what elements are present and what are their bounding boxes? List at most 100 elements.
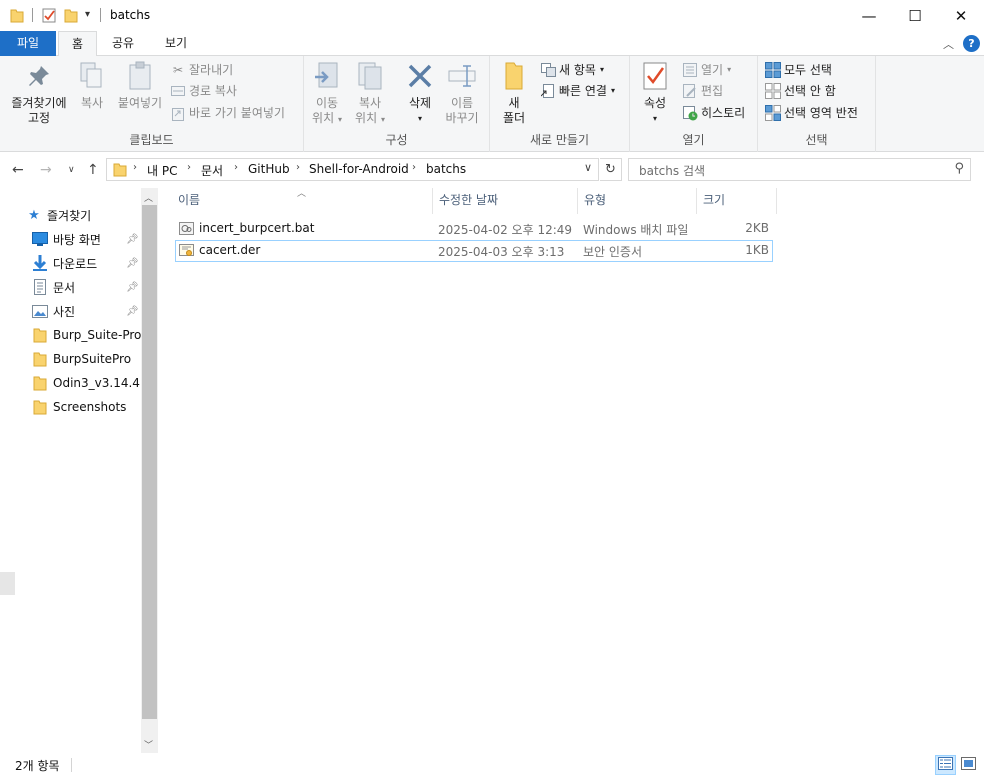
pin-icon[interactable]: 📌︎ <box>126 282 139 293</box>
tab-home[interactable]: 홈 <box>58 31 97 57</box>
history-button[interactable]: 히스토리 <box>682 103 745 123</box>
tab-share[interactable]: 공유 <box>103 31 143 56</box>
star-icon: ★ <box>28 207 40 223</box>
paste-button[interactable]: 붙여넣기 <box>114 60 166 111</box>
scroll-up-arrow-icon[interactable]: ︿ <box>144 191 153 204</box>
copy-to-label-1: 복사 <box>358 96 382 110</box>
new-item-button[interactable]: 새 항목 ▾ <box>540 60 604 80</box>
desktop-icon <box>32 231 48 247</box>
help-icon[interactable]: ? <box>963 35 980 52</box>
batch-file-icon <box>179 221 194 236</box>
file-size: 1KB <box>745 243 769 257</box>
properties-check-icon[interactable] <box>42 7 56 23</box>
open-label: 열기 <box>701 63 724 77</box>
copy-button[interactable]: 복사 <box>72 60 112 111</box>
new-folder-big-icon <box>498 60 530 92</box>
breadcrumb-github[interactable]: GitHub <box>248 162 290 176</box>
paste-shortcut-icon <box>170 105 186 121</box>
ribbon-tabs: 파일 홈 공유 보기 <box>0 31 984 57</box>
minimize-button[interactable]: — <box>846 0 892 31</box>
invert-selection-button[interactable]: 선택 영역 반전 <box>765 103 858 123</box>
file-row-selected[interactable]: cacert.der 2025-04-03 오후 3:13 보안 인증서 1KB <box>175 240 773 262</box>
new-folder-button[interactable]: 새 폴더 <box>496 60 532 126</box>
select-group: 모두 선택 선택 안 함 선택 영역 반전 선택 <box>758 56 876 152</box>
address-history-chevron-icon[interactable]: ∨ <box>584 161 592 174</box>
new-group-label: 새로 만들기 <box>529 133 589 147</box>
scroll-down-arrow-icon[interactable]: ﹀ <box>144 738 153 751</box>
rename-label-2: 바꾸기 <box>445 111 479 125</box>
status-bar: 2개 항목 <box>0 753 984 777</box>
nav-item-label: Screenshots <box>53 400 127 414</box>
back-arrow-icon[interactable]: ← <box>12 160 24 180</box>
pin-icon[interactable]: 📌︎ <box>126 258 139 269</box>
new-item-icon <box>540 62 556 78</box>
new-folder-label-2: 폴더 <box>502 111 526 125</box>
edit-button[interactable]: 편집 <box>682 81 723 101</box>
qa-separator <box>32 8 33 22</box>
select-none-label: 선택 안 함 <box>784 84 836 98</box>
tab-view[interactable]: 보기 <box>155 31 197 56</box>
tab-file[interactable]: 파일 <box>0 31 56 56</box>
nav-item-label: 문서 <box>53 280 76 295</box>
refresh-icon[interactable]: ↻ <box>600 158 622 181</box>
column-header-size[interactable]: 크기 <box>697 188 777 214</box>
copy-label: 복사 <box>80 96 104 110</box>
easy-access-button[interactable]: 빠른 연결 ▾ <box>540 81 615 101</box>
file-size: 2KB <box>745 221 769 235</box>
select-none-button[interactable]: 선택 안 함 <box>765 81 836 101</box>
paste-shortcut-button[interactable]: 바로 가기 붙여넣기 <box>170 103 285 123</box>
copy-to-button[interactable]: 복사 위치 ▾ <box>350 60 390 127</box>
nav-item-label: 다운로드 <box>53 256 98 271</box>
properties-button[interactable]: 속성 ▾ <box>636 60 674 126</box>
breadcrumb-separator-icon: › <box>412 162 416 173</box>
address-bar[interactable]: › 내 PC › 문서 › GitHub › Shell-for-Android… <box>106 158 599 181</box>
forward-arrow-icon[interactable]: → <box>40 160 52 180</box>
pin-quick-access-button[interactable]: 즐겨찾기에 고정 <box>4 60 74 126</box>
select-group-label: 선택 <box>805 133 828 147</box>
move-to-label-1: 이동 <box>315 96 339 110</box>
pin-icon[interactable]: 📌︎ <box>126 306 139 317</box>
up-arrow-icon[interactable]: ↑ <box>87 160 99 180</box>
search-input[interactable]: batchs 검색 ⚲ <box>628 158 971 181</box>
open-button[interactable]: 열기 ▾ <box>682 60 731 80</box>
select-all-button[interactable]: 모두 선택 <box>765 60 832 80</box>
breadcrumb-shell-for-android[interactable]: Shell-for-Android <box>309 162 409 176</box>
pin-icon[interactable]: 📌︎ <box>126 234 139 245</box>
breadcrumb-batchs[interactable]: batchs <box>426 162 466 176</box>
close-button[interactable]: ✕ <box>938 0 984 31</box>
invert-selection-label: 선택 영역 반전 <box>784 106 858 120</box>
folder-icon <box>32 375 48 391</box>
breadcrumb-documents[interactable]: 문서 <box>201 162 223 179</box>
scrollbar-thumb[interactable] <box>142 205 157 719</box>
cut-button[interactable]: ✂ 잘라내기 <box>170 60 233 80</box>
column-header-type[interactable]: 유형 <box>578 188 697 214</box>
customize-qa-dropdown-icon[interactable]: ▾ <box>85 9 90 20</box>
details-view-button[interactable] <box>935 755 956 775</box>
nav-item-label: Burp_Suite-Pro_ <box>53 328 148 342</box>
move-to-button[interactable]: 이동 위치 ▾ <box>308 60 346 127</box>
nav-item-label: 바탕 화면 <box>53 232 101 247</box>
copy-path-button[interactable]: 경로 복사 <box>170 81 237 101</box>
column-header-date-modified[interactable]: 수정한 날짜 <box>433 188 578 214</box>
breadcrumb-this-pc[interactable]: 내 PC <box>147 162 177 179</box>
rename-button[interactable]: 이름 바꾸기 <box>442 60 482 126</box>
copy-path-label: 경로 복사 <box>189 84 237 98</box>
certificate-icon <box>179 243 194 258</box>
navigation-pane: ★ 즐겨찾기 바탕 화면 📌︎ 다운로드 📌︎ 문서 📌︎ 사진 📌︎ Burp… <box>0 188 158 753</box>
new-item-label: 새 항목 <box>559 63 596 77</box>
sort-ascending-caret-icon: ︿ <box>297 189 307 199</box>
file-row[interactable]: incert_burpcert.bat 2025-04-02 오후 12:49 … <box>175 218 773 240</box>
paste-label: 붙여넣기 <box>117 96 163 110</box>
collapse-ribbon-icon[interactable]: ︿ <box>943 36 954 52</box>
new-folder-icon[interactable] <box>64 7 78 23</box>
title-bar: ▾ batchs — ☐ ✕ <box>0 0 984 31</box>
move-to-dropdown-icon: ▾ <box>337 115 342 124</box>
maximize-button[interactable]: ☐ <box>892 0 938 31</box>
delete-button[interactable]: 삭제 ▾ <box>402 60 438 126</box>
recent-locations-chevron-icon[interactable]: ∨ <box>68 160 75 180</box>
breadcrumb-separator-icon: › <box>296 162 300 173</box>
navigation-pane-scrollbar[interactable]: ︿ ﹀ <box>141 188 158 753</box>
copy-path-icon <box>170 83 186 99</box>
large-icons-view-button[interactable] <box>958 755 979 775</box>
edit-icon <box>682 83 698 99</box>
